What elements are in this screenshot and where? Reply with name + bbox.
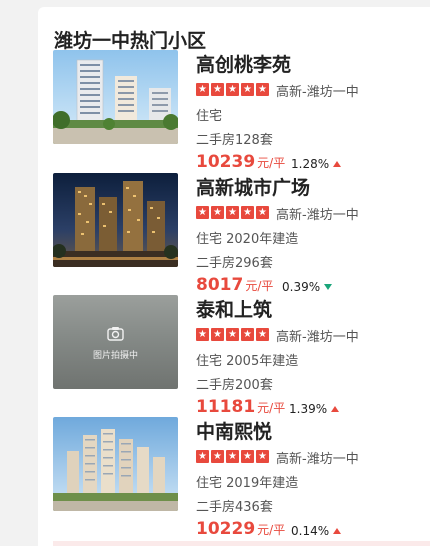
rating-stars: ★ ★ ★ ★ ★ (196, 328, 271, 341)
listing-count: 二手房296套 (196, 256, 273, 271)
price-unit: 元/平 (257, 401, 286, 415)
community-item[interactable]: 中南熙悦 ★ ★ ★ ★ ★ 高新-潍坊一中 住宅 2019年建造 二手房436… (0, 417, 430, 539)
change-value: 0.39% (282, 280, 321, 294)
star-icon: ★ (211, 328, 224, 341)
star-icon: ★ (256, 83, 269, 96)
property-type: 住宅 2019年建造 (196, 476, 299, 491)
trend-up-icon (333, 161, 342, 167)
community-item[interactable]: 高新城市广场 ★ ★ ★ ★ ★ 高新-潍坊一中 住宅 2020年建造 二手房2… (0, 173, 430, 295)
star-icon: ★ (226, 83, 239, 96)
camera-icon (107, 327, 124, 341)
price-value: 10229 (196, 519, 256, 539)
star-icon: ★ (256, 450, 269, 463)
star-icon: ★ (241, 83, 254, 96)
star-icon: ★ (256, 328, 269, 341)
price-unit: 元/平 (245, 279, 274, 293)
change-value: 0.14% (291, 524, 330, 538)
section-title: 潍坊一中热门小区 (54, 30, 207, 52)
property-type: 住宅 2005年建造 (196, 354, 299, 369)
price-change: 1.39% (289, 402, 340, 416)
placeholder-text: 图片拍摄中 (92, 351, 138, 361)
community-photo[interactable] (53, 50, 178, 144)
star-icon: ★ (211, 83, 224, 96)
change-value: 1.28% (291, 157, 330, 171)
star-icon: ★ (196, 83, 209, 96)
price-value: 10239 (196, 152, 256, 172)
district-label: 高新-潍坊一中 (276, 208, 359, 223)
unit-price: 8017 元/平 (196, 275, 273, 295)
price-unit: 元/平 (257, 523, 286, 537)
star-icon: ★ (226, 206, 239, 219)
star-icon: ★ (211, 450, 224, 463)
trend-up-icon (331, 406, 340, 412)
property-type: 住宅 2020年建造 (196, 232, 299, 247)
community-item[interactable]: 图片拍摄中 泰和上筑 ★ ★ ★ ★ ★ 高新-潍坊一中 住宅 2005年建造 … (0, 295, 430, 417)
price-change: 1.28% (291, 157, 342, 171)
bottom-divider (53, 541, 430, 546)
property-type: 住宅 (196, 109, 223, 124)
star-icon: ★ (241, 328, 254, 341)
price-unit: 元/平 (257, 156, 286, 170)
rating-stars: ★ ★ ★ ★ ★ (196, 450, 271, 463)
community-name[interactable]: 高新城市广场 (196, 173, 310, 200)
unit-price: 10229 元/平 (196, 519, 285, 539)
rating-stars: ★ ★ ★ ★ ★ (196, 83, 271, 96)
community-photo[interactable] (53, 417, 178, 511)
star-icon: ★ (196, 206, 209, 219)
unit-price: 11181 元/平 (196, 397, 285, 417)
star-icon: ★ (196, 450, 209, 463)
district-label: 高新-潍坊一中 (276, 452, 359, 467)
community-name[interactable]: 中南熙悦 (196, 417, 272, 444)
star-icon: ★ (241, 206, 254, 219)
price-change: 0.39% (282, 280, 333, 294)
star-icon: ★ (226, 450, 239, 463)
star-icon: ★ (226, 328, 239, 341)
community-photo[interactable]: 图片拍摄中 (53, 295, 178, 389)
star-icon: ★ (211, 206, 224, 219)
rating-stars: ★ ★ ★ ★ ★ (196, 206, 271, 219)
listing-count: 二手房436套 (196, 500, 273, 515)
photo-placeholder: 图片拍摄中 (53, 295, 178, 389)
listing-count: 二手房128套 (196, 133, 273, 148)
star-icon: ★ (241, 450, 254, 463)
listing-count: 二手房200套 (196, 378, 273, 393)
price-value: 8017 (196, 275, 244, 295)
district-label: 高新-潍坊一中 (276, 85, 359, 100)
price-change: 0.14% (291, 524, 342, 538)
community-name[interactable]: 泰和上筑 (196, 295, 272, 322)
star-icon: ★ (196, 328, 209, 341)
trend-up-icon (333, 528, 342, 534)
change-value: 1.39% (289, 402, 328, 416)
star-icon: ★ (256, 206, 269, 219)
community-photo[interactable] (53, 173, 178, 267)
trend-down-icon (324, 284, 333, 290)
price-value: 11181 (196, 397, 256, 417)
district-label: 高新-潍坊一中 (276, 330, 359, 345)
community-name[interactable]: 高创桃李苑 (196, 50, 291, 77)
community-item[interactable]: 高创桃李苑 ★ ★ ★ ★ ★ 高新-潍坊一中 住宅 二手房128套 10239… (0, 50, 430, 172)
unit-price: 10239 元/平 (196, 152, 285, 172)
